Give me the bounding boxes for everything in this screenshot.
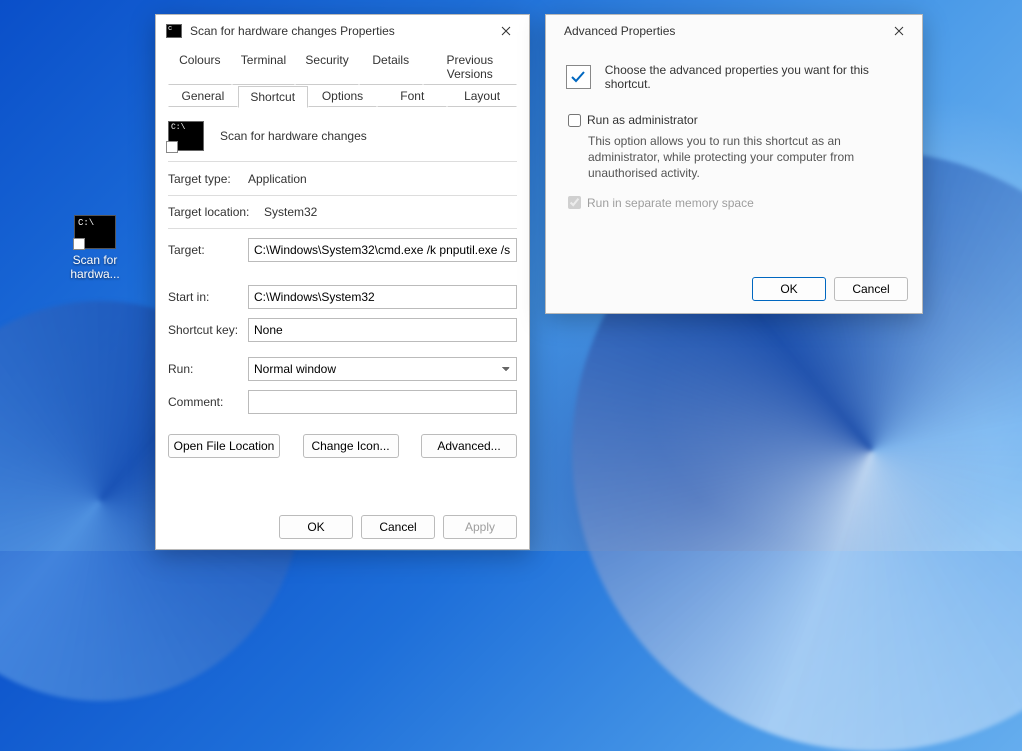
- label-target-type: Target type:: [168, 172, 248, 186]
- advanced-button[interactable]: Advanced...: [421, 434, 517, 458]
- run-as-admin-checkbox[interactable]: [568, 114, 581, 127]
- close-button[interactable]: [876, 15, 922, 47]
- cmd-icon: [166, 24, 182, 38]
- desktop-shortcut[interactable]: C:\ Scan for hardwa...: [60, 215, 130, 282]
- properties-window: Scan for hardware changes Properties Col…: [155, 14, 530, 550]
- shortcut-header: Scan for hardware changes: [168, 113, 517, 162]
- option-run-as-admin: Run as administrator This option allows …: [566, 113, 902, 182]
- window-title: Scan for hardware changes Properties: [190, 24, 483, 38]
- action-buttons: Open File Location Change Icon... Advanc…: [168, 434, 517, 458]
- cmd-icon: C:\: [74, 215, 116, 249]
- row-shortcut-key: Shortcut key:: [168, 318, 517, 342]
- row-start-in: Start in:: [168, 285, 517, 309]
- label-target-location: Target location:: [168, 205, 264, 219]
- tab-layout[interactable]: Layout: [447, 85, 517, 107]
- target-input[interactable]: [248, 238, 517, 262]
- label-shortcut-key: Shortcut key:: [168, 323, 248, 337]
- separate-memory-checkbox: [568, 196, 581, 209]
- header-text: Choose the advanced properties you want …: [605, 63, 902, 91]
- run-select[interactable]: Normal window: [248, 357, 517, 381]
- window-title: Advanced Properties: [564, 24, 876, 38]
- tabs-row-1: Colours Terminal Security Details Previo…: [168, 49, 517, 85]
- titlebar[interactable]: Scan for hardware changes Properties: [156, 15, 529, 47]
- run-as-admin-desc: This option allows you to run this short…: [588, 133, 902, 182]
- label-target: Target:: [168, 243, 248, 257]
- option-separate-memory: Run in separate memory space: [566, 196, 902, 210]
- label-comment: Comment:: [168, 395, 248, 409]
- tab-options[interactable]: Options: [308, 85, 378, 107]
- tab-security[interactable]: Security: [295, 49, 359, 85]
- cancel-button[interactable]: Cancel: [834, 277, 908, 301]
- header-row: Choose the advanced properties you want …: [566, 63, 902, 91]
- ok-button[interactable]: OK: [279, 515, 353, 539]
- checkmark-icon: [566, 65, 591, 89]
- tab-font[interactable]: Font: [377, 85, 447, 107]
- tab-general[interactable]: General: [168, 85, 238, 107]
- row-run: Run: Normal window: [168, 357, 517, 381]
- tab-details[interactable]: Details: [359, 49, 423, 85]
- row-target-location: Target location: System32: [168, 205, 517, 229]
- advanced-properties-window: Advanced Properties Choose the advanced …: [545, 14, 923, 314]
- titlebar[interactable]: Advanced Properties: [546, 15, 922, 47]
- change-icon-button[interactable]: Change Icon...: [303, 434, 399, 458]
- row-target-type: Target type: Application: [168, 172, 517, 196]
- tab-terminal[interactable]: Terminal: [232, 49, 296, 85]
- run-as-admin-text: Run as administrator: [587, 113, 698, 127]
- value-target-location: System32: [264, 205, 517, 219]
- open-file-location-button[interactable]: Open File Location: [168, 434, 280, 458]
- ok-button[interactable]: OK: [752, 277, 826, 301]
- tabs-row-2: General Shortcut Options Font Layout: [168, 85, 517, 107]
- run-as-admin-label[interactable]: Run as administrator: [568, 113, 902, 127]
- value-target-type: Application: [248, 172, 517, 186]
- cmd-icon: [168, 121, 204, 151]
- separate-memory-label: Run in separate memory space: [568, 196, 902, 210]
- label-start-in: Start in:: [168, 290, 248, 304]
- footer-buttons: OK Cancel Apply: [279, 515, 517, 539]
- shortcut-key-input[interactable]: [248, 318, 517, 342]
- row-target: Target:: [168, 238, 517, 262]
- cancel-button[interactable]: Cancel: [361, 515, 435, 539]
- apply-button[interactable]: Apply: [443, 515, 517, 539]
- tab-shortcut[interactable]: Shortcut: [238, 86, 308, 108]
- tab-colours[interactable]: Colours: [168, 49, 232, 85]
- close-button[interactable]: [483, 15, 529, 47]
- comment-input[interactable]: [248, 390, 517, 414]
- desktop-shortcut-label-1: Scan for: [60, 253, 130, 267]
- row-comment: Comment:: [168, 390, 517, 414]
- shortcut-name: Scan for hardware changes: [220, 129, 367, 143]
- separate-memory-text: Run in separate memory space: [587, 196, 754, 210]
- footer-buttons: OK Cancel: [752, 277, 908, 301]
- start-in-input[interactable]: [248, 285, 517, 309]
- label-run: Run:: [168, 362, 248, 376]
- desktop-shortcut-label-2: hardwa...: [60, 267, 130, 281]
- tab-previous-versions[interactable]: Previous Versions: [423, 49, 517, 85]
